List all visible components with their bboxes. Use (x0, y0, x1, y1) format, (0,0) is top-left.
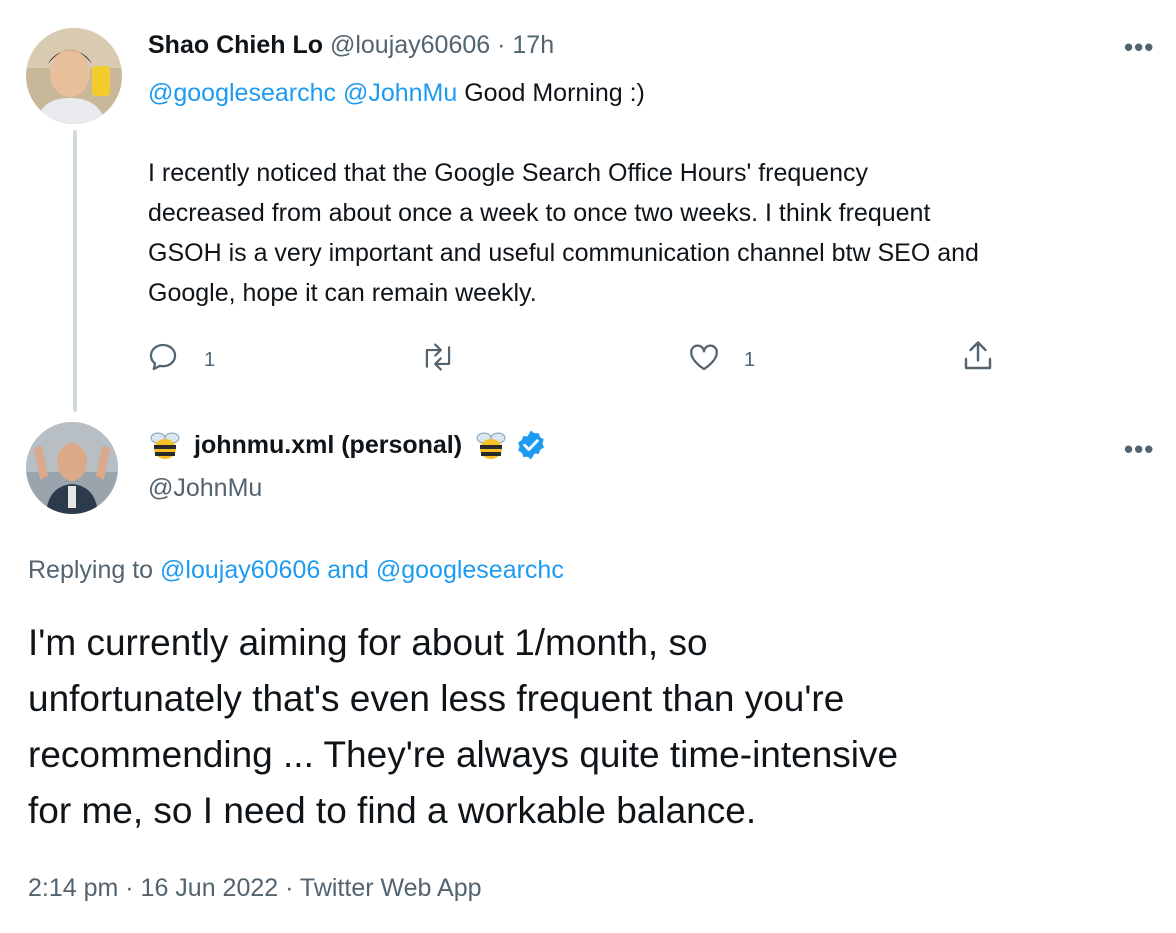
like-count: 1 (744, 348, 756, 371)
body-line: decreased from about once a week to once… (148, 199, 931, 227)
verified-badge-icon[interactable] (514, 428, 548, 462)
retweet-icon (420, 340, 456, 380)
body-line: GSOH is a very important and useful comm… (148, 239, 979, 267)
author-name[interactable]: johnmu.xml (personal) (194, 431, 462, 460)
reply-tweet-body: I recently noticed that the Google Searc… (148, 153, 979, 313)
body-line: Google, hope it can remain weekly. (148, 279, 537, 307)
mention-johnmu[interactable]: @JohnMu (343, 79, 457, 107)
body-line: for me, so I need to find a workable bal… (28, 790, 757, 831)
thread-line (73, 130, 77, 412)
heart-icon (686, 340, 722, 380)
greeting-text: Good Morning :) (464, 79, 645, 107)
author-handle[interactable]: @loujay60606 (330, 31, 490, 59)
replying-to: Replying to @loujay60606 and @googlesear… (28, 556, 564, 585)
retweet-button[interactable] (420, 340, 456, 380)
reply-tweet-greeting: @googlesearchc @JohnMu Good Morning :) (148, 73, 645, 113)
more-dots-icon[interactable]: ••• (1124, 434, 1154, 465)
share-icon (960, 338, 996, 380)
like-button[interactable]: 1 (686, 340, 755, 380)
share-button[interactable] (960, 338, 996, 380)
tweet-time[interactable]: 17h (512, 31, 554, 59)
bee-emoji-icon (474, 428, 508, 462)
bee-emoji-icon (148, 428, 182, 462)
reply-tweet-header: Shao Chieh Lo @loujay60606 · 17h (148, 31, 554, 60)
mention-googlesearchc[interactable]: @googlesearchc (148, 79, 336, 107)
body-line: unfortunately that's even less frequent … (28, 678, 845, 719)
author-name[interactable]: Shao Chieh Lo (148, 31, 323, 59)
body-line: recommending ... They're always quite ti… (28, 734, 899, 775)
reply-count: 1 (204, 348, 216, 371)
replying-to-users[interactable]: @loujay60606 and @googlesearchc (160, 556, 564, 584)
reply-button[interactable]: 1 (146, 340, 215, 380)
avatar-johnmu[interactable] (26, 422, 118, 514)
avatar-shao-chieh-lo[interactable] (26, 28, 122, 124)
body-line: I'm currently aiming for about 1/month, … (28, 622, 708, 663)
body-line: I recently noticed that the Google Searc… (148, 159, 868, 187)
author-handle[interactable]: @JohnMu (148, 474, 262, 503)
replying-to-label: Replying to (28, 556, 154, 584)
more-dots-icon[interactable]: ••• (1124, 32, 1154, 63)
separator: · (497, 31, 506, 59)
main-tweet-body: I'm currently aiming for about 1/month, … (28, 615, 898, 839)
main-tweet-header: johnmu.xml (personal) (148, 428, 548, 462)
reply-icon (146, 340, 180, 380)
tweet-timestamp[interactable]: 2:14 pm · 16 Jun 2022 · Twitter Web App (28, 874, 482, 903)
